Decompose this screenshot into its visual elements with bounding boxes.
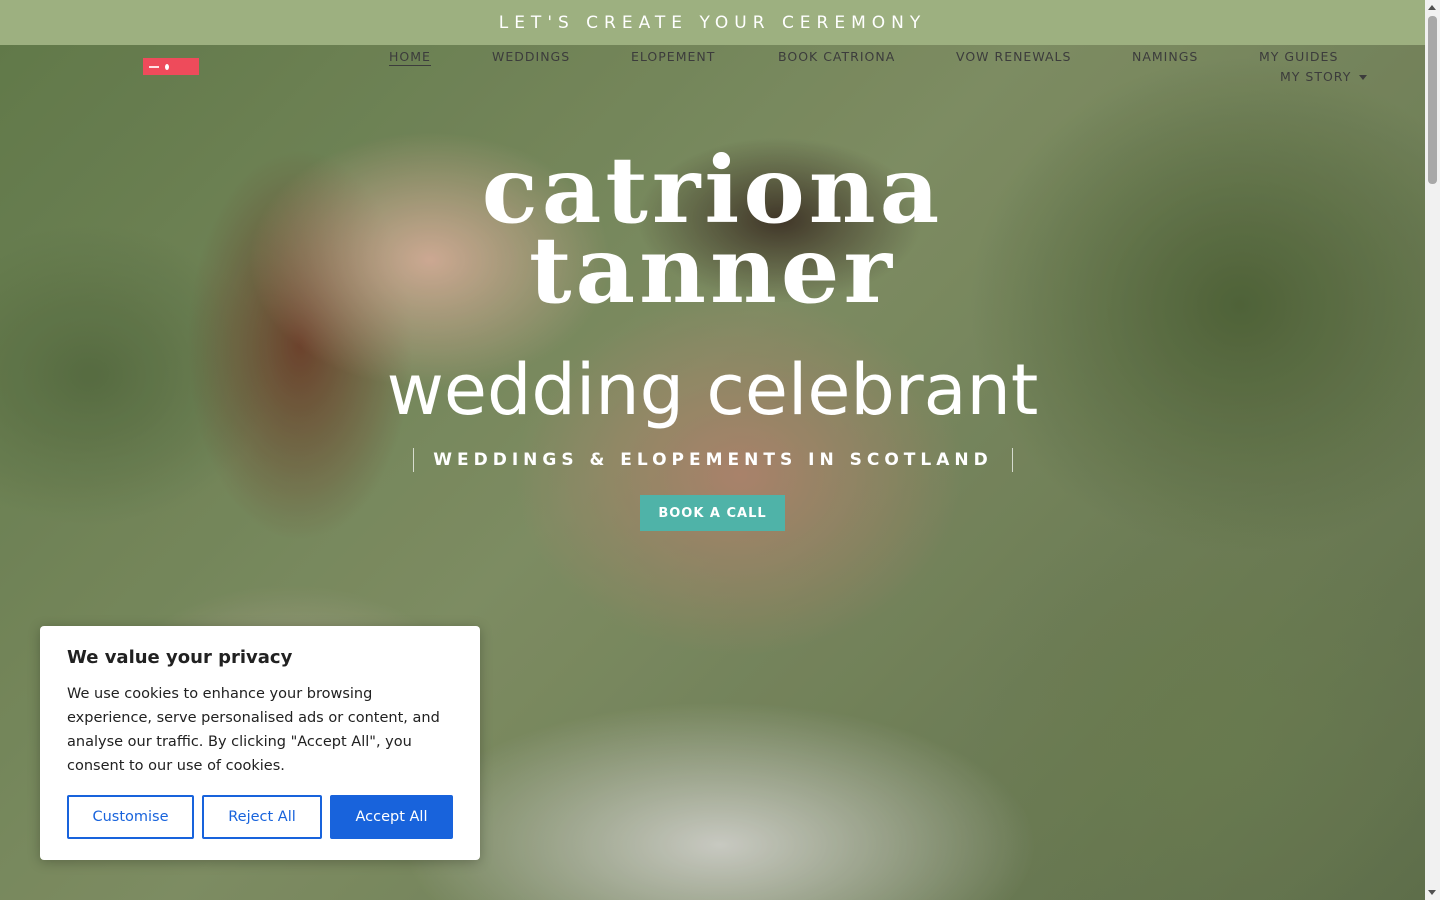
announcement-bar: LET'S CREATE YOUR CEREMONY: [0, 0, 1425, 45]
nav-item-my-story-label: MY STORY: [1280, 69, 1352, 84]
cookie-consent-banner: We value your privacy We use cookies to …: [40, 626, 480, 860]
nav-item-my-story[interactable]: MY STORY: [1280, 69, 1368, 84]
announcement-text: LET'S CREATE YOUR CEREMONY: [498, 12, 927, 33]
cookie-title: We value your privacy: [67, 647, 293, 668]
hero-subtitle: wedding celebrant: [386, 349, 1039, 431]
main-nav: HOME WEDDINGS ELOPEMENT BOOK CATRIONA VO…: [0, 49, 1425, 89]
nav-item-elopement[interactable]: ELOPEMENT: [631, 49, 715, 64]
nav-item-book-catriona[interactable]: BOOK CATRIONA: [778, 49, 895, 64]
scroll-down-arrow-icon[interactable]: [1428, 890, 1436, 895]
scroll-up-arrow-icon[interactable]: [1428, 5, 1436, 10]
hero-name: catriona tanner: [0, 144, 1425, 324]
reject-all-button[interactable]: Reject All: [202, 795, 322, 839]
hero-tagline-text: WEDDINGS & ELOPEMENTS IN SCOTLAND: [433, 450, 993, 470]
nav-item-weddings[interactable]: WEDDINGS: [492, 49, 570, 64]
nav-item-vow-renewals[interactable]: VOW RENEWALS: [956, 49, 1071, 64]
customise-button[interactable]: Customise: [67, 795, 194, 839]
cookie-actions: Customise Reject All Accept All: [67, 795, 453, 839]
nav-item-my-guides[interactable]: MY GUIDES: [1259, 49, 1338, 64]
nav-item-namings[interactable]: NAMINGS: [1132, 49, 1198, 64]
chevron-down-icon: [1359, 75, 1368, 80]
scrollbar-thumb[interactable]: [1428, 16, 1437, 184]
book-a-call-button[interactable]: BOOK A CALL: [640, 495, 785, 531]
hero-name-last: tanner: [529, 216, 896, 324]
hero-tagline: WEDDINGS & ELOPEMENTS IN SCOTLAND: [413, 448, 1013, 472]
nav-item-home[interactable]: HOME: [389, 49, 431, 66]
cookie-body: We use cookies to enhance your browsing …: [67, 686, 440, 774]
page-scrollbar[interactable]: [1425, 0, 1440, 900]
accept-all-button[interactable]: Accept All: [330, 795, 453, 839]
